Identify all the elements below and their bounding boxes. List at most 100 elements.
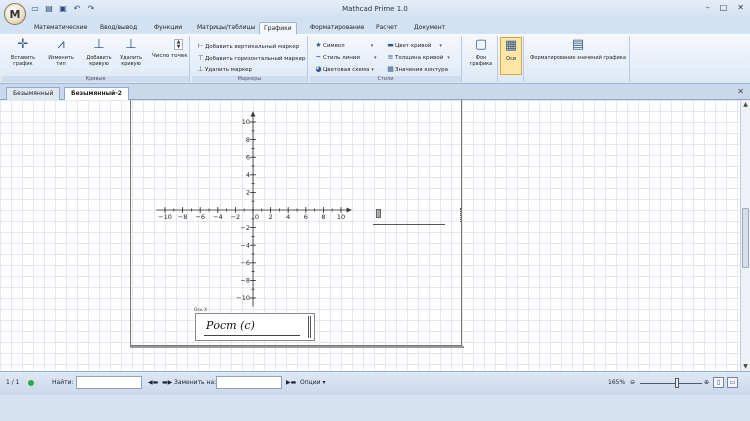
symbols-dropdown[interactable]: ★Символ ▾	[314, 40, 373, 50]
zoom-slider-track[interactable]	[640, 383, 702, 384]
contour-values-button[interactable]: ▦Значения контура	[386, 64, 448, 74]
zoom-in-icon[interactable]: ⊕	[704, 379, 709, 386]
axes-group: ▦ Оси	[500, 36, 524, 82]
plot-resize-handle[interactable]	[460, 208, 463, 222]
tab-functions[interactable]: Функции	[150, 22, 186, 34]
page-indicator: 1 / 1	[6, 379, 20, 386]
tab-document[interactable]: Документ	[410, 22, 449, 34]
maximize-button[interactable]: □	[720, 3, 728, 12]
app-logo[interactable]: M	[4, 3, 26, 25]
color-scheme-icon: ◕	[315, 65, 322, 73]
tab-math[interactable]: Математические	[30, 22, 91, 34]
bottom-strip	[0, 395, 750, 421]
y-tick-label: −4	[240, 241, 250, 249]
remove-marker-icon: ⊥	[197, 65, 204, 73]
contour-icon: ▦	[387, 65, 394, 73]
draft-view-icon[interactable]: ▭	[727, 377, 738, 388]
y-tick-label: −8	[240, 277, 250, 285]
styles-group-label: Стили	[310, 76, 461, 82]
plot-background-button[interactable]: ▢ Фон графика	[468, 37, 494, 75]
document-tab-bar: Безымянный Безымянный-2 ✕	[0, 84, 750, 100]
expression-underline	[204, 335, 300, 336]
add-horizontal-marker-button[interactable]: ⊤Добавить горизонтальный маркер	[196, 53, 305, 63]
star-icon: ★	[315, 41, 322, 49]
insert-plot-icon: ✛	[17, 37, 29, 52]
y-tick-label: 2	[246, 189, 250, 197]
markers-group: ⊢Добавить вертикальный маркер ⊤Добавить …	[192, 36, 308, 82]
close-button[interactable]: ✕	[737, 3, 744, 12]
x-tick-label: −8	[178, 213, 188, 221]
tab-formatting[interactable]: Форматирование	[306, 22, 368, 34]
x-tick-label: −4	[213, 213, 223, 221]
change-type-button[interactable]: ⩘ Изменить тип	[48, 37, 74, 75]
zoom-out-icon[interactable]: ⊖	[630, 379, 635, 386]
add-curve-button[interactable]: ⊥ Добавить кривую	[86, 37, 112, 75]
line-style-dropdown[interactable]: ┅ Стиль линии ▾	[314, 52, 376, 62]
axes-button[interactable]: ▦ Оси	[500, 37, 522, 75]
x-tick-label: −10	[158, 213, 172, 221]
remove-curve-button[interactable]: ⊥ Удалить кривую	[118, 37, 144, 75]
find-label: Найти:	[52, 379, 74, 386]
find-input[interactable]	[76, 376, 142, 389]
add-vertical-marker-button[interactable]: ⊢Добавить вертикальный маркер	[196, 41, 299, 51]
x-tick-label: 2	[269, 213, 273, 221]
tab-input-output[interactable]: Ввод/вывод	[96, 22, 141, 34]
tab-matrices[interactable]: Матрицы/таблицы	[193, 22, 259, 34]
minimize-button[interactable]: –	[706, 3, 710, 12]
format-values-icon: ▤	[571, 37, 585, 52]
replace-label: Заменить на:	[174, 379, 217, 386]
x-tick-label: 0	[255, 213, 259, 221]
x-axis-input-line	[373, 224, 445, 225]
x-tick-label: 8	[321, 213, 325, 221]
tab-calculation[interactable]: Расчет	[372, 22, 401, 34]
x-tick-label: 10	[337, 213, 345, 221]
doc-tab-untitled-2[interactable]: Безымянный-2	[64, 87, 129, 100]
line-weight-dropdown[interactable]: ≡ Толщина кривой ▾	[386, 52, 450, 62]
plot-axes: −10 −8 −6 −4 −2 0 2 4 6 8 10 10 8 6 4 2 −2 −4 −6 −8 −10	[156, 111, 352, 307]
doc-tab-untitled[interactable]: Безымянный	[6, 87, 61, 100]
add-curve-icon: ⊥	[93, 37, 105, 52]
scroll-down-icon[interactable]: ▼	[741, 363, 750, 370]
scroll-up-icon[interactable]: ▲	[741, 101, 750, 108]
remove-marker-button[interactable]: ⊥Удалить маркер	[196, 64, 252, 74]
status-bar: 1 / 1 Найти: ◀▬ ▬▶ Заменить на: ▶▬ Опции…	[0, 371, 750, 395]
vertical-scrollbar[interactable]: ▲ ▼	[740, 100, 750, 371]
color-scheme-dropdown[interactable]: ◕Цветовая схема ▾	[314, 64, 373, 74]
plot-region[interactable]: −10 −8 −6 −4 −2 0 2 4 6 8 10 10 8 6 4 2 −2 −4 −6 −8 −10	[130, 100, 464, 348]
format-group: ▤ Форматирование значений графика	[526, 36, 630, 82]
curve-color-dropdown[interactable]: ▬Цвет кривой ▾	[386, 40, 442, 50]
page-view-icon[interactable]: ▯	[713, 377, 724, 388]
replace-input[interactable]	[216, 376, 282, 389]
close-document-icon[interactable]: ✕	[737, 87, 744, 96]
tab-plots[interactable]: Графики	[259, 22, 297, 34]
expression-caret	[308, 316, 311, 338]
plot-type-icon: ⩘	[57, 37, 65, 52]
options-dropdown[interactable]: Опции ▾	[300, 379, 325, 386]
format-plot-values-button[interactable]: ▤ Форматирование значений графика	[528, 37, 628, 75]
num-points-spinner[interactable]: ▲ ▼	[174, 39, 183, 50]
y-tick-label: −2	[240, 224, 250, 232]
markers-group-label: Маркеры	[192, 76, 307, 82]
scroll-thumb[interactable]	[742, 208, 749, 268]
x-tick-label: 4	[286, 213, 290, 221]
background-group: ▢ Фон графика	[464, 36, 498, 82]
curves-group-label: Кривые	[2, 76, 189, 82]
horizontal-marker-icon: ⊤	[197, 54, 204, 62]
plot-background-icon: ▢	[474, 37, 488, 52]
insert-plot-button[interactable]: ✛ Вставить график	[10, 37, 36, 75]
vertical-marker-icon: ⊢	[197, 42, 204, 50]
x-axis-placeholder[interactable]	[376, 209, 381, 218]
replace-icon[interactable]: ▶▬	[286, 379, 296, 386]
find-next-icon[interactable]: ▬▶	[162, 379, 172, 386]
find-prev-icon[interactable]: ◀▬	[148, 379, 158, 386]
ribbon-tab-bar: Математические Ввод/вывод Функции Матриц…	[0, 20, 750, 34]
zoom-level: 165%	[608, 379, 626, 386]
y-axis-expression-box[interactable]: Рост (c)	[195, 313, 315, 341]
worksheet[interactable]: −10 −8 −6 −4 −2 0 2 4 6 8 10 10 8 6 4 2 −2 −4 −6 −8 −10 Ось …	[0, 100, 740, 371]
x-tick-label: −6	[195, 213, 205, 221]
axes-grid-icon: ▦	[504, 38, 518, 53]
y-axis-expression[interactable]: Рост (c)	[206, 319, 255, 332]
zoom-slider-thumb[interactable]	[675, 378, 680, 388]
remove-curve-icon: ⊥	[125, 37, 137, 52]
window-title: Mathcad Prime 1.0	[342, 5, 408, 13]
